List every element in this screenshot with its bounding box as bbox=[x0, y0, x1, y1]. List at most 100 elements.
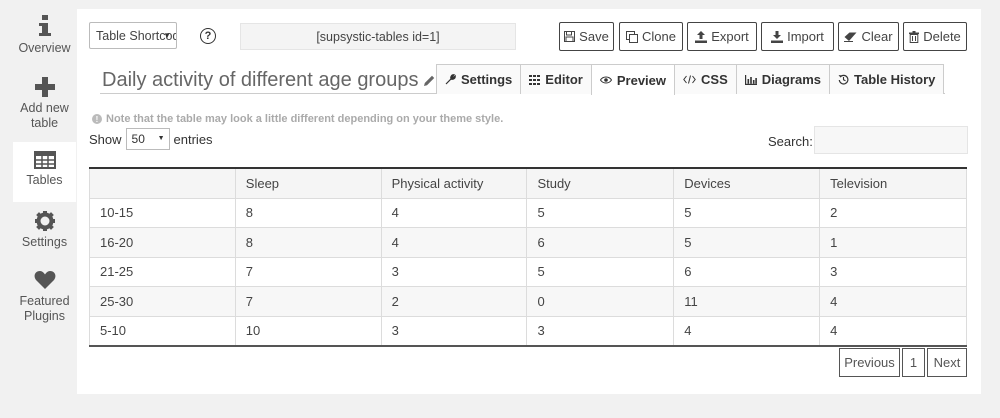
table-row: 10-15 8 4 5 5 2 bbox=[89, 197, 967, 228]
tab-label: Editor bbox=[545, 72, 583, 87]
sidebar-item-label: Tables bbox=[26, 173, 63, 187]
export-icon bbox=[695, 30, 708, 43]
table-cell: 21-25 bbox=[89, 256, 236, 287]
sidebar-item-overview[interactable]: Overview bbox=[13, 15, 76, 63]
pagination-page-button[interactable]: 1 bbox=[902, 348, 925, 377]
pagination-previous-button[interactable]: Previous bbox=[839, 348, 900, 377]
tab-label: Settings bbox=[461, 72, 513, 87]
table-cell: 4 bbox=[380, 227, 528, 258]
clone-label: Clone bbox=[642, 29, 676, 44]
tab-settings[interactable]: Settings bbox=[436, 64, 522, 94]
sidebar-item-settings[interactable]: Settings bbox=[13, 211, 76, 256]
code-icon bbox=[683, 75, 696, 84]
sidebar-item-tables[interactable]: Tables bbox=[13, 142, 76, 202]
import-icon bbox=[771, 30, 784, 43]
table-cell: 6 bbox=[526, 227, 675, 258]
entries-length-value: 50 bbox=[131, 132, 145, 146]
sidebar-item-featured-plugins[interactable]: Featured Plugins bbox=[13, 270, 76, 330]
clone-icon bbox=[626, 30, 639, 43]
table-cell: 5 bbox=[673, 197, 821, 228]
wrench-icon bbox=[445, 74, 456, 85]
table-header-row: Sleep Physical activity Study Devices Te… bbox=[89, 167, 967, 199]
table-cell: 16-20 bbox=[89, 227, 236, 258]
table-cell: 10 bbox=[234, 315, 382, 347]
trash-icon bbox=[909, 30, 920, 43]
sidebar-item-label: Featured Plugins bbox=[19, 294, 70, 323]
heart-icon bbox=[34, 271, 55, 289]
eye-icon bbox=[599, 76, 612, 84]
show-label: Show bbox=[89, 131, 122, 147]
table-cell: 3 bbox=[819, 256, 967, 287]
table-cell: 11 bbox=[673, 286, 821, 317]
preview-table: Sleep Physical activity Study Devices Te… bbox=[89, 167, 967, 347]
clone-button[interactable]: Clone bbox=[619, 22, 683, 51]
theme-note: ! Note that the table may look a little … bbox=[92, 113, 503, 125]
clear-button[interactable]: Clear bbox=[838, 22, 899, 51]
table-cell: 4 bbox=[673, 315, 821, 347]
table-cell: 3 bbox=[526, 315, 675, 347]
save-icon bbox=[564, 31, 576, 42]
table-cell: 1 bbox=[819, 227, 967, 258]
column-header[interactable]: Sleep bbox=[234, 167, 382, 199]
tab-label: CSS bbox=[701, 72, 728, 87]
tab-css[interactable]: CSS bbox=[674, 64, 737, 94]
table-row: 21-25 7 3 5 6 3 bbox=[89, 256, 967, 287]
tab-bar: Settings Editor Preview CSS Diagrams Tab… bbox=[436, 64, 945, 95]
pagination-next-button[interactable]: Next bbox=[927, 348, 967, 377]
table-cell: 10-15 bbox=[89, 197, 236, 228]
shortcode-field[interactable]: [supsystic-tables id=1] bbox=[240, 23, 516, 50]
save-button[interactable]: Save bbox=[559, 22, 614, 51]
entries-length-select[interactable]: 50 ▼ bbox=[125, 128, 170, 150]
save-label: Save bbox=[579, 29, 609, 44]
export-button[interactable]: Export bbox=[687, 22, 757, 51]
table-cell: 8 bbox=[234, 227, 382, 258]
column-header[interactable]: Physical activity bbox=[380, 167, 528, 199]
import-button[interactable]: Import bbox=[761, 22, 834, 51]
tab-label: Preview bbox=[616, 72, 667, 88]
tab-diagrams[interactable]: Diagrams bbox=[735, 64, 830, 94]
sidebar: Overview Add new table Tables Settings F… bbox=[0, 0, 88, 418]
tab-editor[interactable]: Editor bbox=[520, 64, 592, 94]
table-cell: 7 bbox=[234, 286, 382, 317]
sidebar-item-add-new-table[interactable]: Add new table bbox=[13, 77, 76, 137]
table-cell: 0 bbox=[526, 286, 675, 317]
table-row: 16-20 8 4 6 5 1 bbox=[89, 227, 967, 258]
table-cell: 4 bbox=[380, 197, 528, 228]
plus-icon bbox=[34, 77, 55, 97]
gear-icon bbox=[34, 211, 55, 231]
help-icon[interactable]: ? bbox=[200, 28, 216, 44]
table-cell: 2 bbox=[380, 286, 528, 317]
info-icon bbox=[38, 15, 51, 36]
table-cell: 25-30 bbox=[89, 286, 236, 317]
column-header[interactable] bbox=[89, 167, 236, 199]
column-header[interactable]: Devices bbox=[673, 167, 821, 199]
table-row: 25-30 7 2 0 11 4 bbox=[89, 286, 967, 317]
history-icon bbox=[838, 74, 849, 85]
tab-table-history[interactable]: Table History bbox=[829, 64, 945, 94]
table-cell: 3 bbox=[380, 256, 528, 287]
delete-button[interactable]: Delete bbox=[903, 22, 967, 51]
column-header[interactable]: Study bbox=[526, 167, 675, 199]
tab-preview[interactable]: Preview bbox=[590, 64, 676, 95]
shortcode-type-select[interactable]: Table Shortcode ▼ bbox=[89, 22, 177, 49]
table-title-row: Daily activity of different age groups bbox=[102, 67, 435, 93]
table-cell: 7 bbox=[234, 256, 382, 287]
table-cell: 8 bbox=[234, 197, 382, 228]
export-label: Export bbox=[711, 29, 749, 44]
search-label: Search: bbox=[768, 134, 813, 149]
table-cell: 5 bbox=[526, 256, 675, 287]
eraser-icon bbox=[844, 32, 857, 42]
tab-label: Diagrams bbox=[761, 72, 821, 87]
clear-label: Clear bbox=[861, 29, 893, 44]
search-input[interactable] bbox=[814, 126, 968, 154]
entries-length-control: Show 50 ▼ entries bbox=[89, 128, 213, 150]
column-header[interactable]: Television bbox=[819, 167, 967, 199]
tab-label: Table History bbox=[854, 72, 936, 87]
table-icon bbox=[33, 151, 56, 169]
sidebar-item-label: Overview bbox=[18, 41, 71, 55]
pencil-icon[interactable] bbox=[424, 75, 435, 86]
entries-label: entries bbox=[173, 131, 213, 147]
sidebar-item-label: Add new table bbox=[20, 101, 69, 130]
chevron-down-icon: ▼ bbox=[157, 135, 165, 142]
grid-icon bbox=[529, 74, 541, 85]
